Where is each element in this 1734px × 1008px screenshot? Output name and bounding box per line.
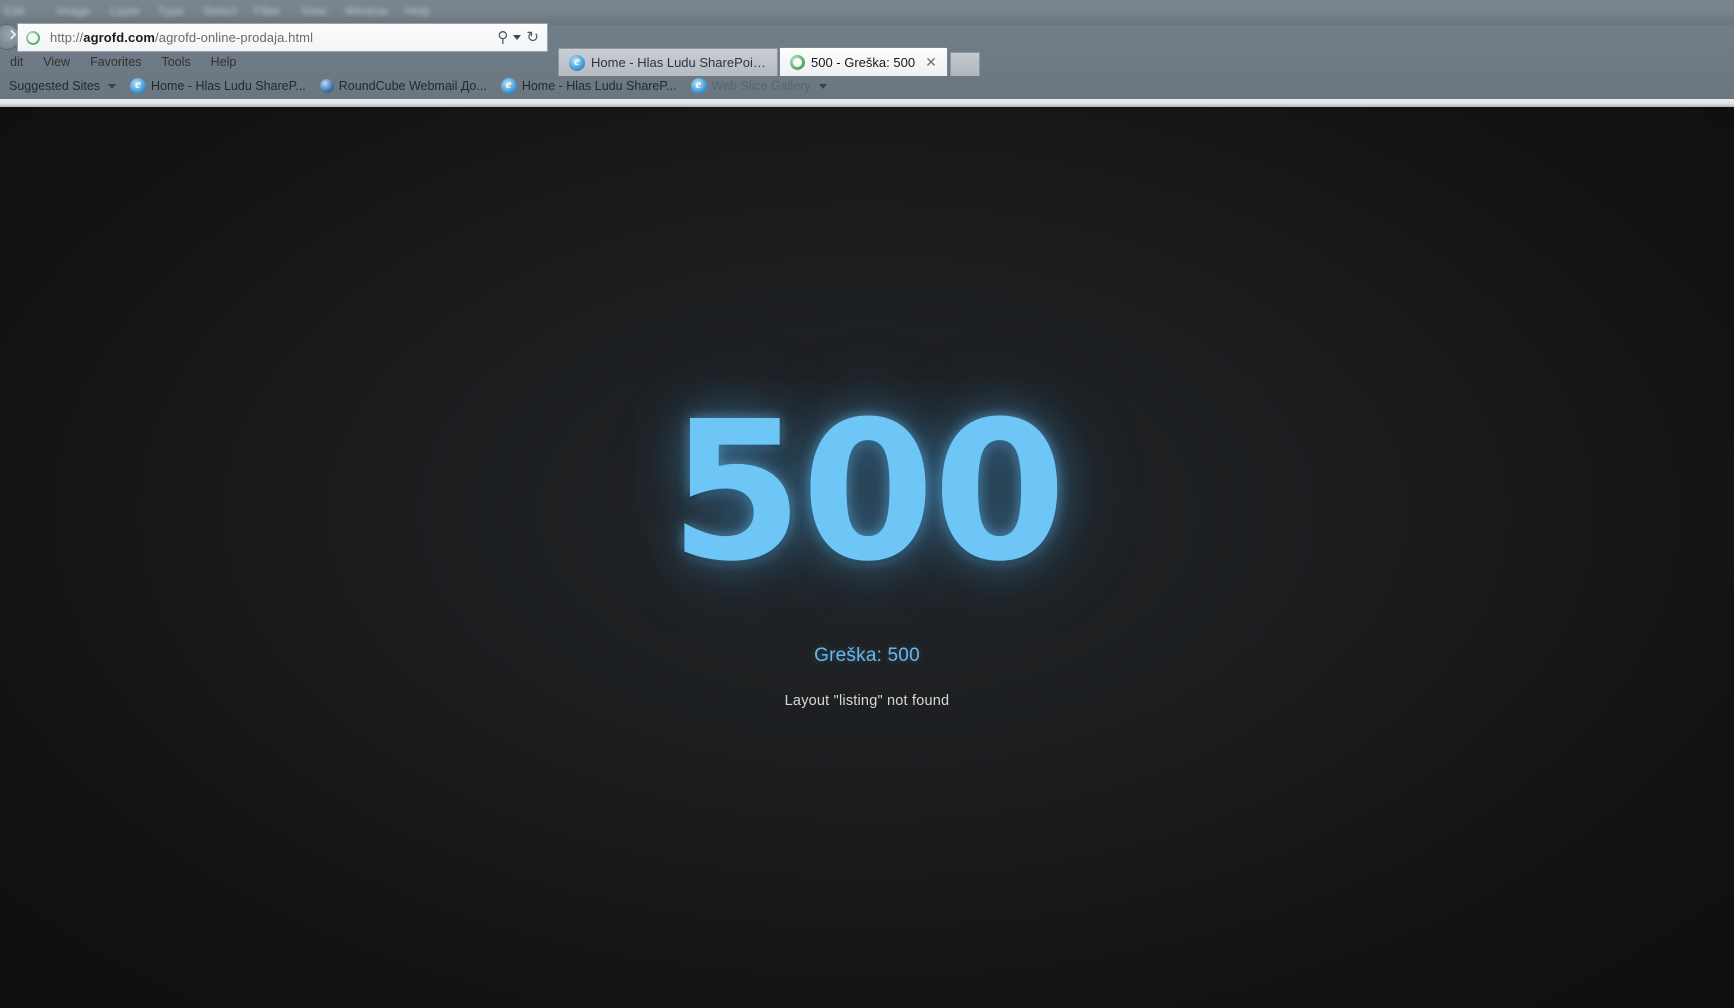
error-message: Layout "listing" not found: [784, 693, 950, 709]
back-arrow-icon: [6, 29, 17, 40]
favorites-item-label: Home - Hlas Ludu ShareP...: [521, 79, 677, 93]
url-text: http://agrofd.com/agrofd-online-prodaja.…: [50, 30, 313, 45]
internet-explorer-icon: [500, 76, 517, 94]
host-menu-item-view: View: [301, 4, 327, 18]
favorites-item-label: RoundCube Webmail До...: [338, 79, 487, 93]
address-bar-tools: ⚲ ↻: [497, 30, 547, 45]
menu-item-help[interactable]: Help: [201, 53, 247, 71]
error-block: 500 Greška: 500 Layout "listing" not fou…: [0, 381, 1734, 710]
refresh-icon[interactable]: ↻: [526, 30, 539, 45]
favorites-item-suggested-sites[interactable]: Suggested Sites: [2, 77, 123, 95]
favorites-item-home-hlas-ludu-2[interactable]: Home - Hlas Ludu ShareP...: [494, 76, 684, 96]
address-bar[interactable]: http://agrofd.com/agrofd-online-prodaja.…: [17, 23, 548, 52]
menu-item-tools[interactable]: Tools: [151, 53, 200, 71]
favorites-item-label: Home - Hlas Ludu ShareP...: [151, 79, 306, 93]
page-viewport: 500 Greška: 500 Layout "listing" not fou…: [0, 107, 1734, 1008]
address-bar-row: http://agrofd.com/agrofd-online-prodaja.…: [0, 23, 1734, 76]
chrome-bottom-edge: [0, 99, 1734, 107]
menu-item-favorites[interactable]: Favorites: [80, 53, 151, 71]
host-menu-item-layer: Layer: [110, 4, 141, 18]
menu-item-edit[interactable]: dit: [0, 53, 33, 71]
host-menu-item-help: Help: [405, 4, 430, 18]
favorites-item-web-slice-gallery[interactable]: Web Slice Gallery: [684, 76, 834, 96]
host-menu-item-window: Window: [345, 4, 388, 18]
host-menu-item-edit: Edit: [4, 4, 25, 18]
favorites-item-label: Suggested Sites: [9, 79, 101, 93]
internet-explorer-icon: [690, 76, 707, 94]
host-menu-item-select: Select: [203, 4, 237, 18]
favorites-bar: Suggested Sites Home - Hlas Ludu ShareP.…: [0, 73, 1734, 99]
favorites-item-roundcube-webmail[interactable]: RoundCube Webmail До...: [313, 77, 494, 95]
menu-item-view[interactable]: View: [33, 53, 80, 71]
url-scheme: http://: [50, 30, 84, 45]
internet-explorer-icon: [130, 76, 147, 94]
menu-bar: dit View Favorites Tools Help: [0, 51, 1734, 72]
search-icon[interactable]: ⚲: [497, 30, 508, 45]
error-title: Greška: 500: [814, 645, 920, 666]
host-menu-item-filter: Filter: [254, 4, 281, 18]
url-path: /agrofd-online-prodaja.html: [155, 30, 314, 45]
url-host: agrofd.com: [83, 30, 156, 45]
chevron-down-icon: [108, 83, 117, 89]
favorites-item-home-hlas-ludu-1[interactable]: Home - Hlas Ludu ShareP...: [123, 76, 313, 96]
chevron-down-icon: [818, 83, 827, 89]
host-menu-item-image: Image: [57, 4, 91, 18]
blue-ball-icon: [319, 79, 334, 93]
host-menu-item-type: Type: [158, 4, 185, 18]
site-favicon-icon: [24, 28, 42, 47]
host-application-menu-blurred: Edit Image Layer Type Select Filter View…: [0, 0, 1734, 25]
error-code: 500: [669, 381, 1067, 604]
favorites-item-label: Web Slice Gallery: [711, 79, 811, 93]
chevron-down-icon[interactable]: [513, 35, 522, 40]
browser-chrome: Edit Image Layer Type Select Filter View…: [0, 0, 1734, 107]
